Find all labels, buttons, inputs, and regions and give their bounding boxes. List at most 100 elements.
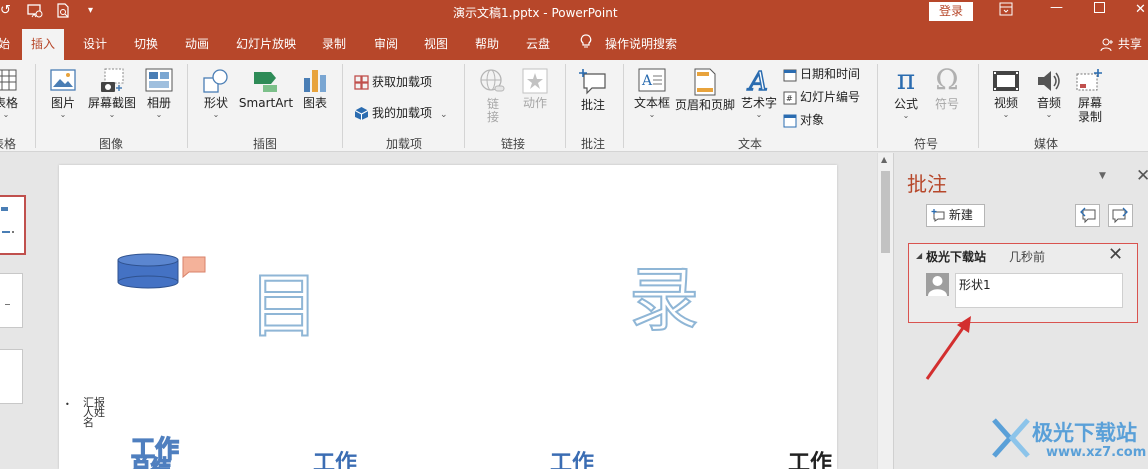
delete-comment-icon[interactable]: ✕ bbox=[1108, 244, 1123, 265]
wordart-button[interactable]: A 艺术字 ⌄ bbox=[740, 68, 778, 119]
screenshot-button[interactable]: 屏幕截图 ⌄ bbox=[86, 68, 138, 119]
shapes-button[interactable]: 形状 ⌄ bbox=[199, 68, 233, 119]
comment-marker-icon[interactable] bbox=[179, 255, 207, 279]
action-star-icon bbox=[522, 68, 548, 94]
audio-button[interactable]: 音频 ⌄ bbox=[1032, 68, 1066, 119]
tab-design[interactable]: 设计 bbox=[83, 35, 107, 52]
tab-review[interactable]: 审阅 bbox=[374, 35, 398, 52]
customize-qat-icon[interactable]: ▾ bbox=[88, 5, 93, 16]
textbox-button[interactable]: A 文本框 ⌄ bbox=[632, 68, 672, 119]
my-addins-dropdown-icon[interactable]: ⌄ bbox=[440, 110, 448, 120]
minimize-icon[interactable]: — bbox=[1050, 0, 1063, 15]
ribbon-display-icon[interactable] bbox=[999, 2, 1013, 20]
collapse-thread-icon[interactable]: ◢ bbox=[916, 251, 922, 260]
tab-view[interactable]: 视图 bbox=[424, 35, 448, 52]
wordart-icon: A bbox=[746, 68, 768, 94]
picture-button[interactable]: 图片 ⌄ bbox=[46, 68, 80, 119]
undo-icon[interactable]: ↺ bbox=[0, 3, 11, 18]
group-images-label: 图像 bbox=[99, 137, 124, 151]
wordart-label: 艺术字 bbox=[740, 96, 777, 110]
tab-animations[interactable]: 动画 bbox=[185, 35, 209, 52]
tab-help[interactable]: 帮助 bbox=[475, 35, 499, 52]
link-button[interactable]: 链接 bbox=[476, 68, 510, 124]
new-comment-label: 新建 bbox=[948, 208, 973, 222]
slide-thumbnail-3[interactable] bbox=[0, 349, 23, 404]
equation-button[interactable]: π 公式 ⌄ bbox=[889, 65, 923, 121]
previous-comment-button[interactable] bbox=[1075, 204, 1100, 227]
editor-scrollbar[interactable]: ▲ bbox=[877, 153, 893, 469]
video-button[interactable]: 视频 ⌄ bbox=[989, 68, 1023, 119]
person-icon bbox=[1100, 38, 1113, 51]
textbox-label: 文本框 bbox=[633, 96, 670, 110]
tab-transitions[interactable]: 切换 bbox=[134, 35, 158, 52]
audio-label: 音频 bbox=[1036, 96, 1061, 110]
presenter-name-text: 汇报人姓名 bbox=[83, 396, 105, 429]
slide-canvas[interactable]: 目 录 • 汇报人姓名 工作 总结 工作 工作 工作 bbox=[59, 165, 837, 469]
comment-text-field[interactable]: 形状1 bbox=[955, 273, 1123, 308]
share-button[interactable]: 共享 bbox=[1100, 35, 1142, 52]
comment-thread[interactable]: ◢ 极光下载站 几秒前 ✕ 形状1 bbox=[908, 243, 1138, 323]
table-label: 表格 bbox=[0, 96, 18, 110]
present-from-start-icon[interactable] bbox=[27, 3, 43, 23]
print-preview-icon[interactable] bbox=[56, 3, 71, 23]
shapes-label: 形状 bbox=[203, 96, 228, 110]
date-time-button[interactable]: 日期和时间 bbox=[783, 65, 860, 82]
ribbon-tabs: 始 插入 设计 切换 动画 幻灯片放映 录制 审阅 视图 帮助 云盘 操作说明搜… bbox=[0, 25, 1148, 60]
screen-recording-button[interactable]: 屏幕 录制 bbox=[1073, 68, 1107, 124]
smartart-label: SmartArt bbox=[238, 96, 294, 110]
next-comment-button[interactable] bbox=[1108, 204, 1133, 227]
tab-record[interactable]: 录制 bbox=[322, 35, 346, 52]
tab-insert[interactable]: 插入 bbox=[22, 29, 65, 60]
date-time-label: 日期和时间 bbox=[800, 67, 861, 81]
pane-close-icon[interactable]: ✕ bbox=[1136, 166, 1148, 186]
group-media-label: 媒体 bbox=[1034, 137, 1059, 151]
scrollbar-thumb[interactable] bbox=[881, 171, 890, 253]
chart-label: 图表 bbox=[302, 96, 327, 110]
group-links-label: 链接 bbox=[501, 137, 526, 151]
screen-recording-label-2: 录制 bbox=[1077, 110, 1102, 124]
login-button[interactable]: 登录 bbox=[929, 2, 973, 21]
svg-text:A: A bbox=[747, 68, 768, 94]
link-globe-icon bbox=[480, 69, 505, 92]
my-addins-button[interactable]: 我的加载项 ⌄ bbox=[354, 104, 448, 121]
slide-thumbnail-pane bbox=[0, 153, 48, 469]
chart-button[interactable]: 图表 bbox=[300, 68, 330, 110]
slide-number-button[interactable]: # 幻灯片编号 bbox=[783, 88, 860, 105]
slide-number-icon: # bbox=[783, 91, 797, 104]
object-button[interactable]: 对象 bbox=[783, 111, 824, 128]
link-label: 链接 bbox=[486, 97, 499, 124]
tab-cloud[interactable]: 云盘 bbox=[526, 35, 550, 52]
get-addins-button[interactable]: 获取加载项 bbox=[354, 73, 432, 90]
slide-thumbnail-2[interactable] bbox=[0, 273, 23, 328]
store-icon bbox=[354, 75, 369, 90]
close-icon[interactable]: ✕ bbox=[1135, 2, 1146, 17]
scroll-up-icon[interactable]: ▲ bbox=[881, 155, 887, 164]
slide-thumbnail-1[interactable] bbox=[0, 195, 26, 255]
maximize-icon[interactable] bbox=[1094, 2, 1105, 17]
tell-me-search[interactable]: 操作说明搜索 bbox=[605, 35, 677, 52]
tab-slideshow[interactable]: 幻灯片放映 bbox=[236, 35, 296, 52]
pane-options-icon[interactable]: ▼ bbox=[1099, 171, 1106, 181]
comment-add-icon bbox=[579, 69, 606, 95]
picture-icon bbox=[50, 69, 76, 91]
group-illustrations-label: 插图 bbox=[253, 137, 278, 151]
action-button[interactable]: 动作 bbox=[518, 68, 552, 110]
screenshot-label: 屏幕截图 bbox=[87, 96, 136, 110]
window-title: 演示文稿1.pptx - PowerPoint bbox=[453, 6, 618, 20]
photo-album-button[interactable]: 相册 ⌄ bbox=[143, 68, 175, 119]
work-item-4: 工作 bbox=[788, 451, 833, 469]
sub-item-text: 总结 bbox=[130, 455, 171, 469]
new-comment-button[interactable]: 新建 bbox=[926, 204, 985, 227]
header-footer-icon bbox=[694, 68, 716, 96]
header-footer-button[interactable]: 页眉和页脚 bbox=[674, 68, 736, 112]
site-watermark: 极光下载站 www.xz7.com bbox=[980, 410, 1148, 469]
symbol-button[interactable]: Ω 符号 bbox=[930, 65, 964, 112]
slide-number-label: 幻灯片编号 bbox=[800, 90, 861, 104]
table-button[interactable]: 表格 ⌄ bbox=[0, 68, 20, 119]
header-footer-label: 页眉和页脚 bbox=[674, 98, 735, 112]
insert-comment-button[interactable]: 批注 bbox=[577, 68, 609, 112]
photo-album-icon bbox=[145, 68, 173, 92]
watermark-url: www.xz7.com bbox=[1046, 445, 1147, 460]
smartart-button[interactable]: SmartArt bbox=[238, 68, 294, 110]
tab-home[interactable]: 始 bbox=[0, 35, 10, 52]
